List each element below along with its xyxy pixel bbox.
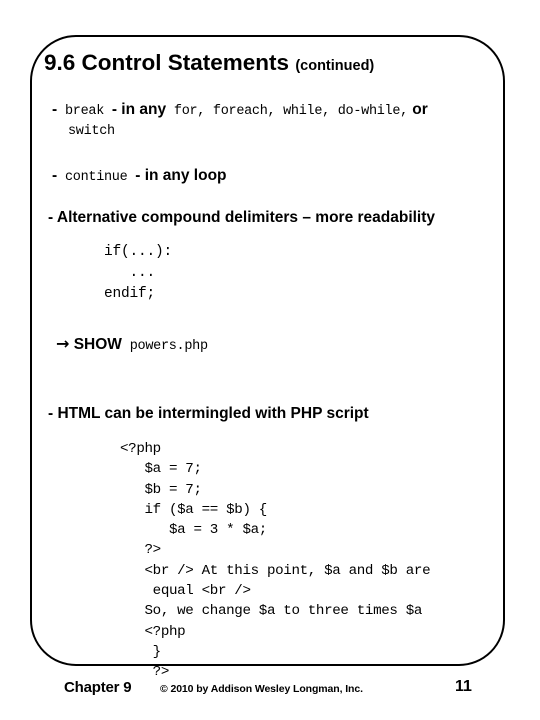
bullet-break-wrap: switch <box>68 121 115 140</box>
keyword-continue: continue <box>64 170 128 185</box>
slide-footer: Chapter 9 © 2010 by Addison Wesley Longm… <box>0 678 540 706</box>
bullet-alternative-delimiters: - Alternative compound delimiters – more… <box>48 209 435 228</box>
page-title: 9.6 Control Statements (continued) <box>44 50 374 76</box>
bullet-html-label: - HTML can be intermingled with PHP scri… <box>48 405 369 422</box>
emphasis-in-any: in any <box>121 101 167 118</box>
bullet-continue: - continue - in any loop <box>52 167 227 186</box>
footer-copyright-label: © 2010 by Addison Wesley Longman, Inc. <box>160 683 363 695</box>
page-title-main: 9.6 Control Statements <box>44 50 290 75</box>
code-block-alt-delimiters: if(...): ... endif; <box>104 244 173 303</box>
code-block-php-example: <?php $a = 7; $b = 7; if ($a == $b) { $a… <box>120 441 431 681</box>
footer-page-number: 11 <box>455 678 472 695</box>
footer-chapter-label: Chapter 9 <box>64 679 132 696</box>
bullet-html-intermingled: - HTML can be intermingled with PHP scri… <box>48 405 369 424</box>
conjunction-or: or <box>412 101 428 118</box>
bullet-break: - break - in any for, foreach, while, do… <box>52 101 428 120</box>
show-label: SHOW <box>73 336 122 353</box>
page-title-continued: (continued) <box>295 58 375 74</box>
emphasis-in-any-loop: in any loop <box>144 167 227 184</box>
keyword-break: break <box>64 104 104 119</box>
arrow-right-icon: → <box>56 334 70 353</box>
show-filename: powers.php <box>129 339 208 354</box>
keyword-list: for, foreach, while, do-while, <box>173 104 408 119</box>
bullet-alternative-label: - Alternative compound delimiters – more… <box>48 209 436 226</box>
keyword-switch: switch <box>68 124 115 139</box>
bullet-show-demo: → SHOW powers.php <box>56 334 208 355</box>
